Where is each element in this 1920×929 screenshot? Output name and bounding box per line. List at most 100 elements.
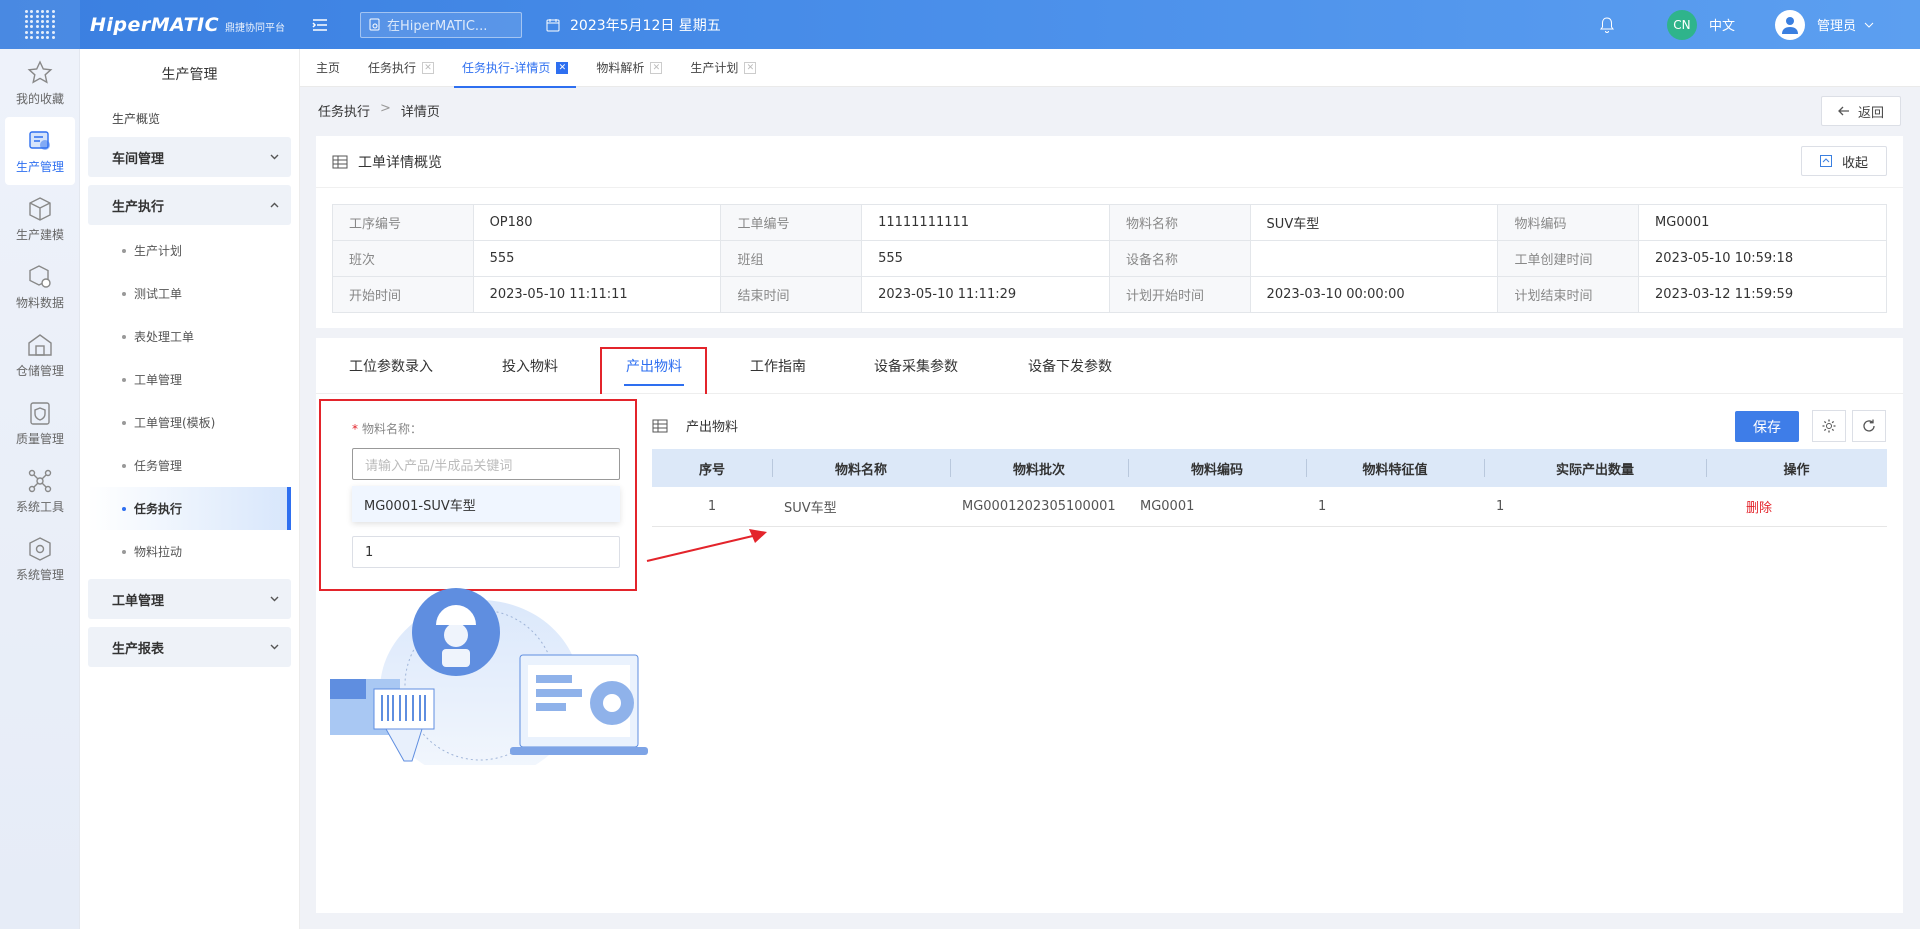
rail-label: 质量管理 bbox=[15, 431, 64, 446]
option-label: MG0001-SUV车型 bbox=[364, 498, 476, 514]
cell-qty: 1 bbox=[1484, 487, 1706, 527]
tab-material-parse[interactable]: 物料解析 ✕ bbox=[596, 49, 663, 87]
sidebar-item-overview[interactable]: 生产概览 bbox=[80, 99, 299, 137]
cell-material-code: MG0001 bbox=[1128, 487, 1306, 527]
field-label: 开始时间 bbox=[332, 276, 474, 313]
table-row: 工序编号 OP180 工单编号 11111111111 物料名称 SUV车型 物料编码… bbox=[332, 204, 1887, 241]
close-icon[interactable]: ✕ bbox=[422, 61, 435, 74]
overview-title: 工单详情概览 bbox=[358, 154, 442, 171]
field-label: 设备名称 bbox=[1108, 240, 1251, 277]
annotation-arrow bbox=[646, 529, 767, 562]
brand-logo: HiperMATIC 鼎捷协同平台 bbox=[80, 14, 300, 36]
tab-label: 物料解析 bbox=[596, 61, 645, 75]
sidebar-item-task-mgmt[interactable]: 任务管理 bbox=[80, 444, 299, 487]
subtab-input-material[interactable]: 投入物料 bbox=[502, 338, 558, 394]
refresh-button[interactable] bbox=[1852, 410, 1886, 442]
overview-panel: 工单详情概览 收起 工序编号 OP180 工单编号 11111111111 物料名称… bbox=[316, 136, 1903, 328]
bullet-icon bbox=[122, 377, 126, 382]
sidebar-item-label: 物料拉动 bbox=[134, 545, 183, 559]
bullet-icon bbox=[122, 506, 126, 511]
rail-item-material[interactable]: 物料数据 bbox=[0, 253, 80, 321]
rail-label: 生产建模 bbox=[15, 227, 64, 242]
material-option[interactable]: MG0001-SUV车型 bbox=[352, 486, 620, 522]
language-badge[interactable]: CN bbox=[1666, 9, 1697, 40]
sidebar-group-exec[interactable]: 生产执行 bbox=[88, 185, 291, 225]
rail-label: 系统管理 bbox=[15, 567, 64, 582]
tab-task-exec[interactable]: 任务执行 ✕ bbox=[368, 49, 435, 87]
rail-item-modeling[interactable]: 生产建模 bbox=[0, 185, 80, 253]
sidebar-item-surface-order[interactable]: 表处理工单 bbox=[80, 315, 299, 358]
user-name[interactable]: 管理员 bbox=[1817, 15, 1856, 34]
tab-production-plan[interactable]: 生产计划 ✕ bbox=[690, 49, 757, 87]
notification-bell-icon[interactable] bbox=[1597, 15, 1617, 35]
close-icon[interactable]: ✕ bbox=[744, 61, 757, 74]
close-icon[interactable]: ✕ bbox=[556, 61, 569, 74]
quantity-input[interactable]: 1 bbox=[352, 536, 620, 568]
gear-icon bbox=[1822, 419, 1836, 433]
chevron-up-icon bbox=[270, 202, 279, 208]
table-header-row: 序号 物料名称 物料批次 物料编码 物料特征值 实际产出数量 操作 bbox=[652, 449, 1887, 487]
material-search-input[interactable]: 请输入产品/半成品关键词 bbox=[352, 448, 620, 480]
collapse-button[interactable]: 收起 bbox=[1801, 146, 1887, 176]
rail-item-production[interactable]: 生产管理 bbox=[5, 117, 75, 185]
search-placeholder: 在HiperMATIC... bbox=[387, 19, 488, 34]
sidebar-item-task-exec[interactable]: 任务执行 bbox=[88, 487, 291, 530]
subtab-device-issue[interactable]: 设备下发参数 bbox=[1028, 338, 1112, 394]
user-avatar[interactable] bbox=[1774, 9, 1805, 40]
tab-home[interactable]: 主页 bbox=[316, 49, 340, 87]
rail-item-system[interactable]: 系统管理 bbox=[0, 525, 80, 593]
sidebar-group-label: 工单管理 bbox=[112, 593, 165, 609]
field-value: 2023-03-10 00:00:00 bbox=[1249, 276, 1499, 313]
bullet-icon bbox=[122, 420, 126, 425]
rail-item-favorites[interactable]: 我的收藏 bbox=[0, 49, 80, 117]
sidebar-item-material-pull[interactable]: 物料拉动 bbox=[80, 530, 299, 573]
column-header: 序号 bbox=[652, 449, 772, 487]
rail-item-tools[interactable]: 系统工具 bbox=[0, 457, 80, 525]
menu-toggle-icon[interactable] bbox=[300, 18, 340, 32]
refresh-icon bbox=[1863, 419, 1875, 432]
material-icon bbox=[29, 264, 51, 288]
close-icon[interactable]: ✕ bbox=[650, 61, 663, 74]
settings-button[interactable] bbox=[1812, 410, 1846, 442]
table-row: 1 SUV车型 MG0001202305100001 MG0001 1 1 删除 bbox=[652, 487, 1887, 527]
sidebar-item-order-template[interactable]: 工单管理(模板) bbox=[80, 401, 299, 444]
app-grid-icon[interactable] bbox=[0, 0, 80, 49]
sidebar-item-test-order[interactable]: 测试工单 bbox=[80, 272, 299, 315]
subtab-work-guide[interactable]: 工作指南 bbox=[750, 338, 806, 394]
bullet-icon bbox=[122, 463, 126, 468]
subtab-station-params[interactable]: 工位参数录入 bbox=[349, 338, 433, 394]
tab-label: 任务执行-详情页 bbox=[462, 61, 551, 75]
chevron-down-icon[interactable] bbox=[1864, 18, 1874, 31]
rail-label: 仓储管理 bbox=[15, 363, 64, 378]
rail-item-warehouse[interactable]: 仓储管理 bbox=[0, 321, 80, 389]
sidebar-group-order[interactable]: 工单管理 bbox=[88, 579, 291, 619]
field-label: 工序编号 bbox=[332, 204, 474, 241]
sidebar-item-plan[interactable]: 生产计划 bbox=[80, 229, 299, 272]
sidebar-item-label: 测试工单 bbox=[134, 287, 183, 301]
sidebar-group-workshop[interactable]: 车间管理 bbox=[88, 137, 291, 177]
rail-label: 生产管理 bbox=[15, 159, 64, 174]
delete-link[interactable]: 删除 bbox=[1706, 487, 1887, 527]
tab-label: 任务执行 bbox=[368, 61, 417, 75]
sidebar-item-label: 工单管理 bbox=[134, 373, 183, 387]
global-search-input[interactable]: 在HiperMATIC... bbox=[360, 11, 522, 38]
sidebar-group-report[interactable]: 生产报表 bbox=[88, 627, 291, 667]
overview-table: 工序编号 OP180 工单编号 11111111111 物料名称 SUV车型 物料编码… bbox=[332, 204, 1887, 313]
bullet-icon bbox=[122, 334, 126, 339]
output-header: 产出物料 bbox=[652, 416, 738, 435]
sidebar-item-order-mgmt[interactable]: 工单管理 bbox=[80, 358, 299, 401]
subtab-device-collect[interactable]: 设备采集参数 bbox=[874, 338, 958, 394]
back-button[interactable]: 返回 bbox=[1821, 96, 1901, 126]
rail-item-quality[interactable]: 质量管理 bbox=[0, 389, 80, 457]
field-value: 2023-05-10 10:59:18 bbox=[1638, 240, 1887, 277]
breadcrumb-separator: > bbox=[380, 101, 391, 116]
breadcrumb: 任务执行 > 详情页 bbox=[318, 101, 440, 120]
chevron-down-icon bbox=[270, 154, 279, 160]
save-button[interactable]: 保存 bbox=[1735, 411, 1799, 442]
rail-label: 我的收藏 bbox=[15, 91, 64, 106]
tab-task-detail[interactable]: 任务执行-详情页 ✕ bbox=[454, 49, 577, 88]
field-label: 物料名称 bbox=[1108, 204, 1251, 241]
language-switch[interactable]: 中文 bbox=[1709, 15, 1735, 34]
field-label: 班次 bbox=[332, 240, 474, 277]
breadcrumb-parent[interactable]: 任务执行 bbox=[318, 101, 370, 120]
